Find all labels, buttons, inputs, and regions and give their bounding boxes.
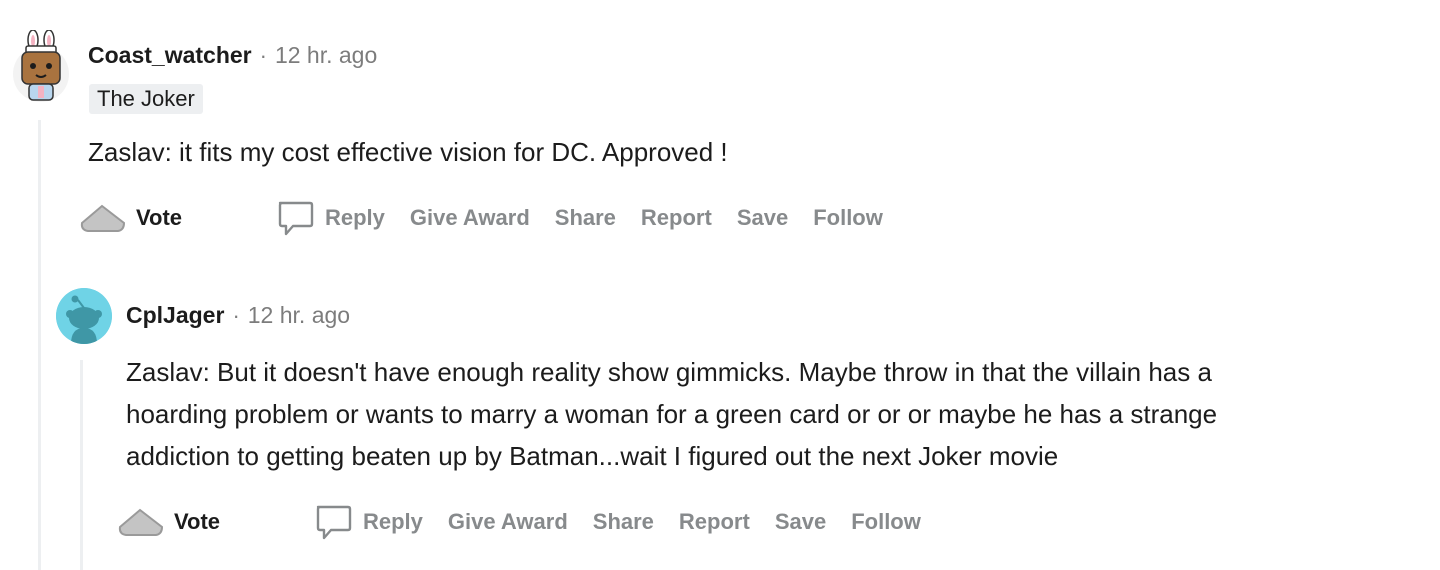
comment-text-line: Zaslav: But it doesn't have enough reali…	[126, 357, 1212, 387]
report-button[interactable]: Report	[679, 509, 750, 535]
give-award-button[interactable]: Give Award	[410, 205, 530, 231]
vote-button[interactable]: Vote	[116, 504, 296, 540]
report-button[interactable]: Report	[641, 205, 712, 231]
vote-button[interactable]: Vote	[78, 200, 258, 236]
username[interactable]: CplJager	[126, 302, 224, 329]
share-button[interactable]: Share	[593, 509, 654, 535]
comment-text-line: addiction to getting beaten up by Batman…	[126, 441, 1059, 471]
comment-text-line: hoarding problem or wants to marry a wom…	[126, 399, 1218, 429]
reply-label: Reply	[325, 205, 385, 230]
username[interactable]: Coast_watcher	[88, 42, 252, 69]
comment-bubble-icon	[316, 505, 352, 540]
comment-thread: Coast_watcher · 12 hr. ago The Joker Zas…	[0, 0, 1440, 570]
avatar-cpljager[interactable]	[56, 288, 112, 344]
reply-button[interactable]: Reply	[313, 502, 423, 542]
upvote-arrow-icon	[118, 508, 164, 536]
comment-1-body: Zaslav: it fits my cost effective vision…	[88, 131, 728, 173]
meta-separator: ·	[232, 302, 240, 328]
save-button[interactable]: Save	[737, 205, 788, 231]
follow-button[interactable]: Follow	[813, 205, 883, 231]
snoo-avatar-icon	[56, 288, 112, 344]
comment-2-body: Zaslav: But it doesn't have enough reali…	[126, 351, 1217, 477]
bunny-snoo-avatar-icon	[13, 29, 69, 102]
upvote-arrow-icon	[80, 204, 126, 232]
share-button[interactable]: Share	[555, 205, 616, 231]
timestamp[interactable]: 12 hr. ago	[248, 302, 350, 329]
user-flair: The Joker	[89, 84, 203, 114]
avatar-coast-watcher[interactable]	[12, 29, 70, 106]
comment-1-header: Coast_watcher · 12 hr. ago	[88, 42, 377, 69]
reply-button[interactable]: Reply	[275, 198, 385, 238]
comment-text-line: Zaslav: it fits my cost effective vision…	[88, 137, 728, 167]
follow-button[interactable]: Follow	[851, 509, 921, 535]
reply-label: Reply	[363, 509, 423, 534]
save-button[interactable]: Save	[775, 509, 826, 535]
thread-line-level-2[interactable]	[80, 360, 83, 570]
meta-separator: ·	[259, 42, 267, 68]
comment-2-header: CplJager · 12 hr. ago	[126, 302, 350, 329]
thread-line-level-1[interactable]	[38, 120, 41, 570]
comment-1-actions: Vote Reply Give Award Share Report Save …	[78, 198, 883, 238]
vote-label: Vote	[174, 509, 221, 534]
comment-bubble-icon	[278, 201, 314, 236]
give-award-button[interactable]: Give Award	[448, 509, 568, 535]
vote-label: Vote	[136, 205, 183, 230]
timestamp[interactable]: 12 hr. ago	[275, 42, 377, 69]
comment-2-actions: Vote Reply Give Award Share Report Save …	[116, 502, 921, 542]
